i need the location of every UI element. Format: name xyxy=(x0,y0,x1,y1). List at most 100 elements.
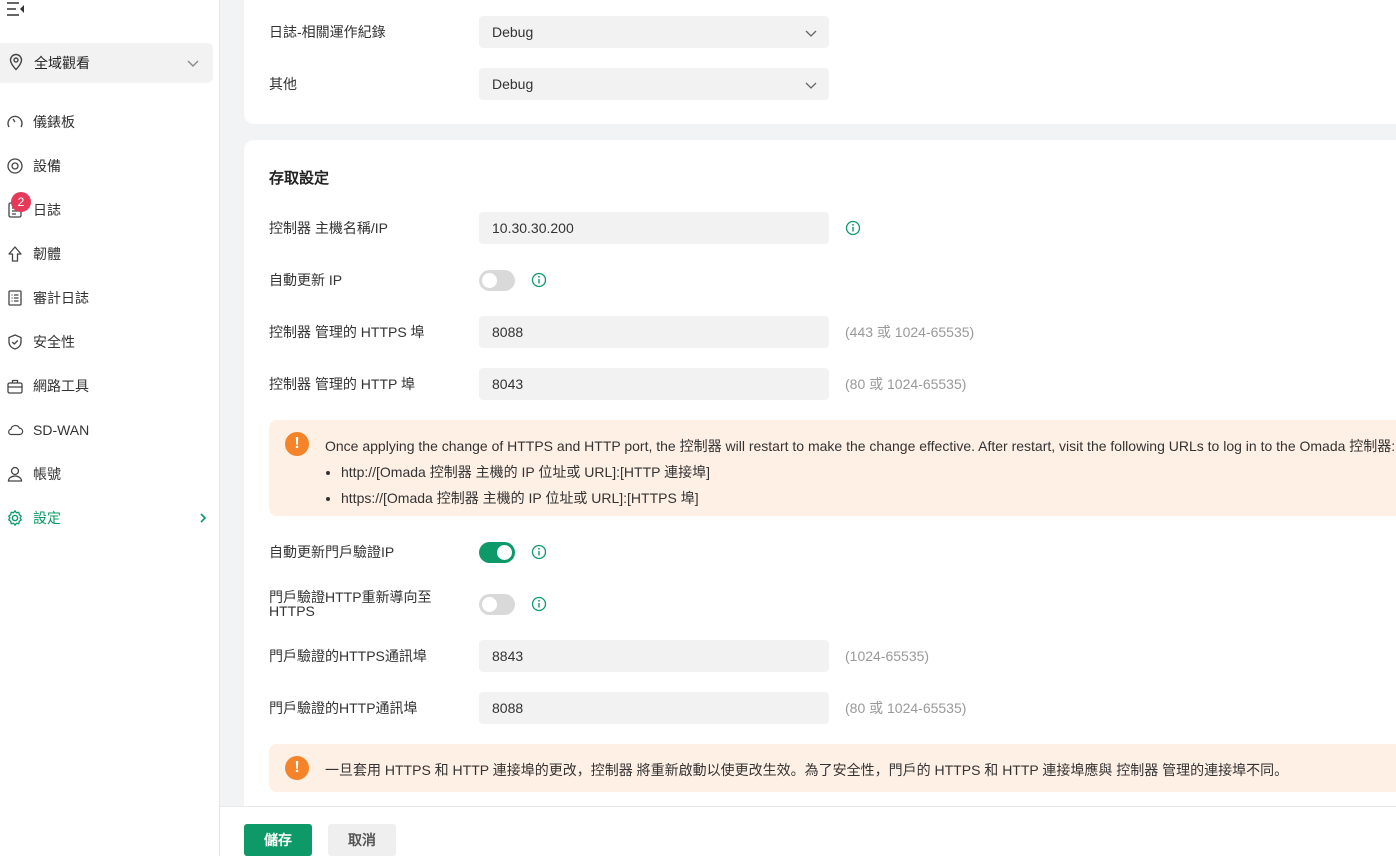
portal-http-port-row: 門戶驗證的HTTP通訊埠 8088 (80 或 1024-65535) xyxy=(269,692,1396,724)
section-title: 存取設定 xyxy=(269,170,330,187)
cancel-button[interactable]: 取消 xyxy=(328,824,396,856)
device-icon xyxy=(6,157,24,175)
portal-https-port-value: 8843 xyxy=(492,648,524,664)
related-ops-log-label: 日誌-相關運作紀錄 xyxy=(269,24,386,40)
shield-icon xyxy=(6,333,24,351)
sidebar-item-firmware[interactable]: 韌體 xyxy=(0,232,220,276)
sidebar-item-account[interactable]: 帳號 xyxy=(0,452,220,496)
portal-http-port-value: 8088 xyxy=(492,700,524,716)
sidebar-item-label: 設定 xyxy=(33,510,61,526)
info-icon[interactable] xyxy=(531,596,547,612)
other-log-label: 其他 xyxy=(269,76,297,92)
gauge-icon xyxy=(6,113,24,131)
http-port-input[interactable]: 8043 xyxy=(479,368,829,400)
sidebar-item-dashboard[interactable]: 儀錶板 xyxy=(0,100,220,144)
portal-auto-ip-toggle[interactable] xyxy=(479,541,515,563)
notice-url-https: https://[Omada 控制器 主機的 IP 位址或 URL]:[HTTP… xyxy=(341,488,1395,508)
portal-redirect-toggle[interactable] xyxy=(479,593,515,615)
controller-host-value: 10.30.30.200 xyxy=(492,220,574,236)
location-pin-icon xyxy=(8,53,24,74)
http-port-value: 8043 xyxy=(492,376,524,392)
notice-message: Once applying the change of HTTPS and HT… xyxy=(325,438,1396,454)
portal-auto-ip-label: 自動更新門戶驗證IP xyxy=(269,544,395,560)
portal-https-port-label: 門戶驗證的HTTPS通訊埠 xyxy=(269,648,427,664)
sidebar-item-logs[interactable]: 日誌 xyxy=(0,188,220,232)
portal-notice-text: 一旦套用 HTTPS 和 HTTP 連接埠的更改，控制器 將重新啟動以使更改生效… xyxy=(325,762,1289,778)
auto-update-ip-label: 自動更新 IP xyxy=(269,272,343,288)
auto-update-ip-row: 自動更新 IP xyxy=(269,264,1396,296)
sidebar-item-label: 設備 xyxy=(33,158,61,174)
access-settings-card: 存取設定 控制器 主機名稱/IP 10.30.30.200 自動更新 IP 控制… xyxy=(244,140,1396,856)
port-change-notice: ! Once applying the change of HTTPS and … xyxy=(269,420,1396,516)
portal-https-port-hint: (1024-65535) xyxy=(845,648,930,664)
portal-auto-ip-row: 自動更新門戶驗證IP xyxy=(269,536,1396,568)
sidebar-nav: 儀錶板 設備 日誌 韌體 審計日誌 安全性 網路工具 SD-WAN 帳號 設定 xyxy=(0,100,220,540)
portal-redirect-label: 門戶驗證HTTP重新導向至HTTPS xyxy=(269,589,432,619)
portal-port-notice: ! 一旦套用 HTTPS 和 HTTP 連接埠的更改，控制器 將重新啟動以使更改… xyxy=(269,744,1396,792)
portal-http-port-input[interactable]: 8088 xyxy=(479,692,829,724)
site-selector[interactable]: 全域觀看 xyxy=(0,43,213,83)
http-port-hint: (80 或 1024-65535) xyxy=(845,376,967,392)
portal-http-port-label: 門戶驗證的HTTP通訊埠 xyxy=(269,700,418,716)
related-ops-log-row: 日誌-相關運作紀錄 Debug xyxy=(269,16,1396,48)
related-ops-log-select[interactable]: Debug xyxy=(479,16,829,48)
sidebar-item-label: 儀錶板 xyxy=(33,114,75,130)
sidebar-item-network-tools[interactable]: 網路工具 xyxy=(0,364,220,408)
sidebar-item-settings[interactable]: 設定 xyxy=(0,496,220,540)
other-log-select[interactable]: Debug xyxy=(479,68,829,100)
portal-redirect-row: 門戶驗證HTTP重新導向至HTTPS xyxy=(269,588,1396,620)
upgrade-icon xyxy=(6,245,24,263)
chevron-down-icon xyxy=(805,78,817,94)
sidebar-item-label: 日誌 xyxy=(33,202,61,218)
log-count-badge: 2 xyxy=(11,192,31,212)
notice-url-list: http://[Omada 控制器 主機的 IP 位址或 URL]:[HTTP … xyxy=(325,462,1395,508)
https-port-input[interactable]: 8088 xyxy=(479,316,829,348)
gear-icon xyxy=(6,509,24,527)
site-selector-label: 全域觀看 xyxy=(34,55,90,71)
toolbox-icon xyxy=(6,377,24,395)
cloud-icon xyxy=(6,421,24,439)
chevron-down-icon xyxy=(805,26,817,42)
chevron-right-icon xyxy=(198,511,208,527)
https-port-hint: (443 或 1024-65535) xyxy=(845,324,975,340)
sidebar-item-label: 網路工具 xyxy=(33,378,89,394)
menu-collapse-icon[interactable] xyxy=(6,0,26,18)
controller-host-label: 控制器 主機名稱/IP xyxy=(269,220,389,236)
footer-bar: 儲存 取消 xyxy=(220,806,1396,856)
portal-http-port-hint: (80 或 1024-65535) xyxy=(845,700,967,716)
sidebar-item-label: 審計日誌 xyxy=(33,290,89,306)
notice-text: Once applying the change of HTTPS and HT… xyxy=(325,436,1395,508)
log-settings-card: 日誌-相關運作紀錄 Debug 其他 Debug xyxy=(244,0,1396,124)
controller-host-input[interactable]: 10.30.30.200 xyxy=(479,212,829,244)
info-icon[interactable] xyxy=(845,220,861,236)
sidebar-item-label: 帳號 xyxy=(33,466,61,482)
portal-https-port-input[interactable]: 8843 xyxy=(479,640,829,672)
https-port-label: 控制器 管理的 HTTPS 埠 xyxy=(269,324,425,340)
sidebar-item-devices[interactable]: 設備 xyxy=(0,144,220,188)
https-port-value: 8088 xyxy=(492,324,524,340)
sidebar-item-label: 韌體 xyxy=(33,246,61,262)
http-port-label: 控制器 管理的 HTTP 埠 xyxy=(269,376,415,392)
save-button[interactable]: 儲存 xyxy=(244,824,312,856)
other-log-value: Debug xyxy=(492,76,534,92)
https-port-row: 控制器 管理的 HTTPS 埠 8088 (443 或 1024-65535) xyxy=(269,316,1396,348)
http-port-row: 控制器 管理的 HTTP 埠 8043 (80 或 1024-65535) xyxy=(269,368,1396,400)
related-ops-log-value: Debug xyxy=(492,24,534,40)
warning-icon: ! xyxy=(285,756,309,780)
user-icon xyxy=(6,465,24,483)
controller-host-row: 控制器 主機名稱/IP 10.30.30.200 xyxy=(269,212,1396,244)
notice-url-http: http://[Omada 控制器 主機的 IP 位址或 URL]:[HTTP … xyxy=(341,462,1395,482)
sidebar-item-security[interactable]: 安全性 xyxy=(0,320,220,364)
other-log-row: 其他 Debug xyxy=(269,68,1396,100)
audit-log-icon xyxy=(6,289,24,307)
sidebar-item-audit-log[interactable]: 審計日誌 xyxy=(0,276,220,320)
portal-https-port-row: 門戶驗證的HTTPS通訊埠 8843 (1024-65535) xyxy=(269,640,1396,672)
chevron-down-icon xyxy=(187,56,199,72)
main-content: 日誌-相關運作紀錄 Debug 其他 Debug 存取設定 控制器 主機名稱/I… xyxy=(220,0,1396,856)
auto-update-ip-toggle[interactable] xyxy=(479,269,515,291)
warning-icon: ! xyxy=(285,432,309,456)
info-icon[interactable] xyxy=(531,272,547,288)
info-icon[interactable] xyxy=(531,544,547,560)
sidebar-item-label: 安全性 xyxy=(33,334,75,350)
sidebar-item-sd-wan[interactable]: SD-WAN xyxy=(0,408,220,452)
